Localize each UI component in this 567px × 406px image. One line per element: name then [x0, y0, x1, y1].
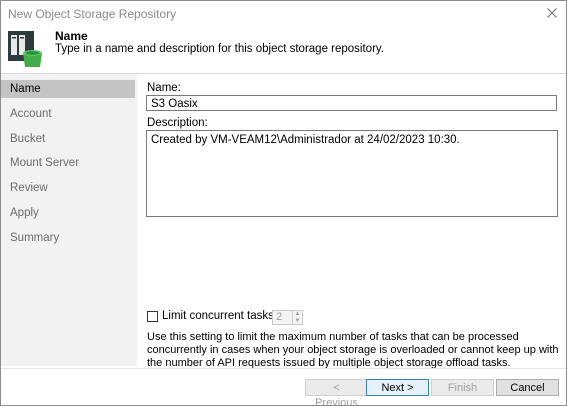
wizard-window: New Object Storage Repository Name Type …	[0, 0, 567, 406]
name-label: Name:	[147, 82, 181, 94]
step-description: Type in a name and description for this …	[55, 43, 384, 55]
window-title: New Object Storage Repository	[8, 7, 177, 21]
step-title: Name	[55, 29, 88, 43]
name-input[interactable]: S3 Oasix	[146, 95, 557, 111]
sidebar-item-summary[interactable]: Summary	[1, 229, 135, 247]
sidebar-item-mount-server[interactable]: Mount Server	[1, 154, 135, 172]
next-button[interactable]: Next >	[366, 379, 429, 396]
previous-button[interactable]: < Previous	[305, 379, 368, 405]
chevron-up-icon[interactable]: ▲	[294, 311, 301, 317]
cancel-button[interactable]: Cancel	[496, 379, 559, 396]
finish-button[interactable]: Finish	[431, 379, 494, 396]
sidebar-item-review[interactable]: Review	[1, 179, 135, 197]
wizard-header: Name Type in a name and description for …	[1, 25, 566, 73]
object-storage-repository-icon	[7, 29, 47, 69]
concurrent-tasks-stepper[interactable]: 2 ▲ ▼	[272, 310, 303, 325]
close-button[interactable]	[544, 5, 560, 21]
title-bar: New Object Storage Repository	[1, 1, 566, 25]
stepper-arrows[interactable]: ▲ ▼	[292, 311, 302, 324]
wizard-footer: < Previous Next > Finish Cancel	[1, 368, 566, 405]
limit-concurrent-tasks-checkbox[interactable]	[147, 311, 158, 322]
sidebar-item-name[interactable]: Name	[1, 80, 135, 98]
description-textarea[interactable]: Created by VM-VEAM12\Administrador at 24…	[146, 130, 558, 217]
sidebar-item-apply[interactable]: Apply	[1, 204, 135, 222]
wizard-sidebar: Name Account Bucket Mount Server Review …	[1, 74, 137, 366]
close-icon	[547, 8, 557, 18]
limit-concurrent-tasks-label: Limit concurrent tasks to:	[162, 310, 290, 322]
chevron-down-icon[interactable]: ▼	[294, 318, 301, 324]
concurrent-tasks-value: 2	[276, 311, 283, 323]
description-label: Description:	[147, 117, 208, 129]
sidebar-item-bucket[interactable]: Bucket	[1, 130, 135, 148]
sidebar-item-account[interactable]: Account	[1, 105, 135, 123]
concurrent-tasks-help-text: Use this setting to limit the maximum nu…	[147, 331, 559, 369]
